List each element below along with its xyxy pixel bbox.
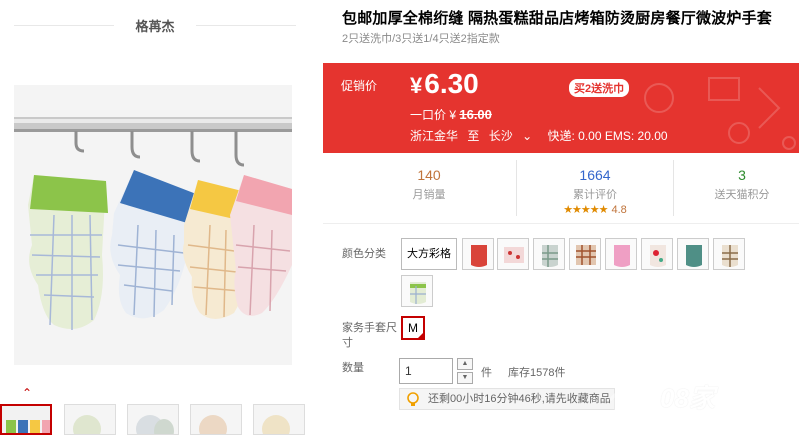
divider	[323, 223, 799, 224]
ship-origin: 浙江金华	[410, 129, 459, 143]
product-main-image[interactable]	[14, 85, 292, 365]
quantity-label: 数量	[342, 362, 364, 374]
rating: ★★★★★ 4.8	[517, 203, 673, 216]
color-swatch-teal[interactable]	[677, 238, 709, 270]
stat-reviews[interactable]: 1664 累计评价 ★★★★★ 4.8	[516, 160, 674, 216]
thumbnail-1[interactable]	[0, 404, 52, 435]
promo-price: ¥6.30	[410, 68, 479, 100]
original-price-value: 16.00	[459, 107, 492, 122]
quantity-decrease-button[interactable]: ▼	[457, 372, 473, 384]
size-option-m[interactable]: M	[401, 316, 425, 340]
chevron-down-icon: ⌄	[522, 129, 533, 143]
color-swatch-red-pattern[interactable]	[641, 238, 673, 270]
watermark: 08家	[600, 368, 799, 428]
star-rating-icon: ★★★★★	[563, 204, 608, 216]
thumbnail-2[interactable]	[64, 404, 116, 435]
color-label: 颜色分类	[342, 248, 386, 260]
rating-score: 4.8	[611, 204, 627, 216]
product-title: 包邮加厚全棉绗缝 隔热蛋糕甜品店烤箱防烫厨房餐厅微波炉手套	[342, 10, 772, 27]
price-panel: 促销价 ¥6.30 买2送洗巾 一口价 ¥ 16.00 浙江金华 至 长沙 ⌄ …	[323, 63, 799, 153]
color-swatch-brown-check[interactable]	[569, 238, 601, 270]
chevron-up-icon[interactable]: ⌃	[20, 387, 34, 399]
original-price: 一口价 ¥ 16.00	[410, 106, 492, 123]
monthly-sales-label: 月销量	[412, 189, 446, 201]
stock-count: 库存1578件	[508, 367, 566, 379]
points-value: 3	[738, 167, 746, 183]
lightbulb-icon	[407, 392, 419, 406]
stat-monthly-sales: 140 月销量	[350, 160, 508, 216]
color-swatch-red[interactable]	[462, 238, 494, 270]
shop-header: 格苒杰	[0, 0, 310, 52]
size-label: 家务手套尺寸	[342, 322, 397, 349]
color-swatch-grey-check[interactable]	[533, 238, 565, 270]
color-swatch-beige-check[interactable]	[713, 238, 745, 270]
monthly-sales-value: 140	[417, 167, 441, 183]
quantity-unit: 件	[481, 367, 492, 379]
thumbnail-3[interactable]	[127, 404, 179, 435]
house-logo-icon	[608, 377, 652, 420]
quantity-input[interactable]	[399, 358, 453, 384]
reviews-label: 累计评价	[573, 189, 617, 201]
promo-price-value: 6.30	[424, 68, 479, 99]
color-swatch-red-dots[interactable]	[497, 238, 529, 270]
quantity-increase-button[interactable]: ▲	[457, 358, 473, 370]
thumbnail-5[interactable]	[253, 404, 305, 435]
watermark-text: 08家	[660, 383, 715, 413]
thumbnail-strip	[0, 404, 310, 435]
color-option-text[interactable]: 大方彩格	[401, 238, 457, 270]
oven-mitts-image	[14, 85, 292, 365]
ship-to-label: 至	[467, 129, 480, 143]
stat-points: 3 送天猫积分	[685, 160, 799, 216]
countdown-notice: 还剩00小时16分钟46秒,请先收藏商品	[399, 388, 615, 410]
divider	[196, 25, 296, 26]
countdown-text: 还剩00小时16分钟46秒,请先收藏商品	[428, 393, 611, 405]
ship-destination-select[interactable]: 长沙 ⌄	[489, 129, 538, 143]
stats-bar: 140 月销量 1664 累计评价 ★★★★★ 4.8 3 送天猫积分	[323, 160, 799, 216]
product-subtitle: 2只送洗巾/3只送1/4只送2指定款	[342, 33, 500, 45]
points-label: 送天猫积分	[714, 189, 770, 201]
color-swatch-pink[interactable]	[605, 238, 637, 270]
thumbnail-4[interactable]	[190, 404, 242, 435]
selected-check-icon	[416, 331, 425, 340]
shipping-fees: 快递: 0.00 EMS: 20.00	[547, 129, 668, 143]
promo-price-label: 促销价	[341, 79, 378, 93]
promo-tag[interactable]: 买2送洗巾	[569, 79, 630, 97]
original-price-label: 一口价 ¥	[410, 108, 457, 122]
reviews-value[interactable]: 1664	[517, 167, 673, 183]
color-swatch-green-check[interactable]	[401, 275, 433, 307]
shipping-row: 浙江金华 至 长沙 ⌄ 快递: 0.00 EMS: 20.00	[410, 127, 674, 144]
currency-symbol: ¥	[410, 73, 423, 98]
ship-destination-value: 长沙	[488, 129, 513, 143]
